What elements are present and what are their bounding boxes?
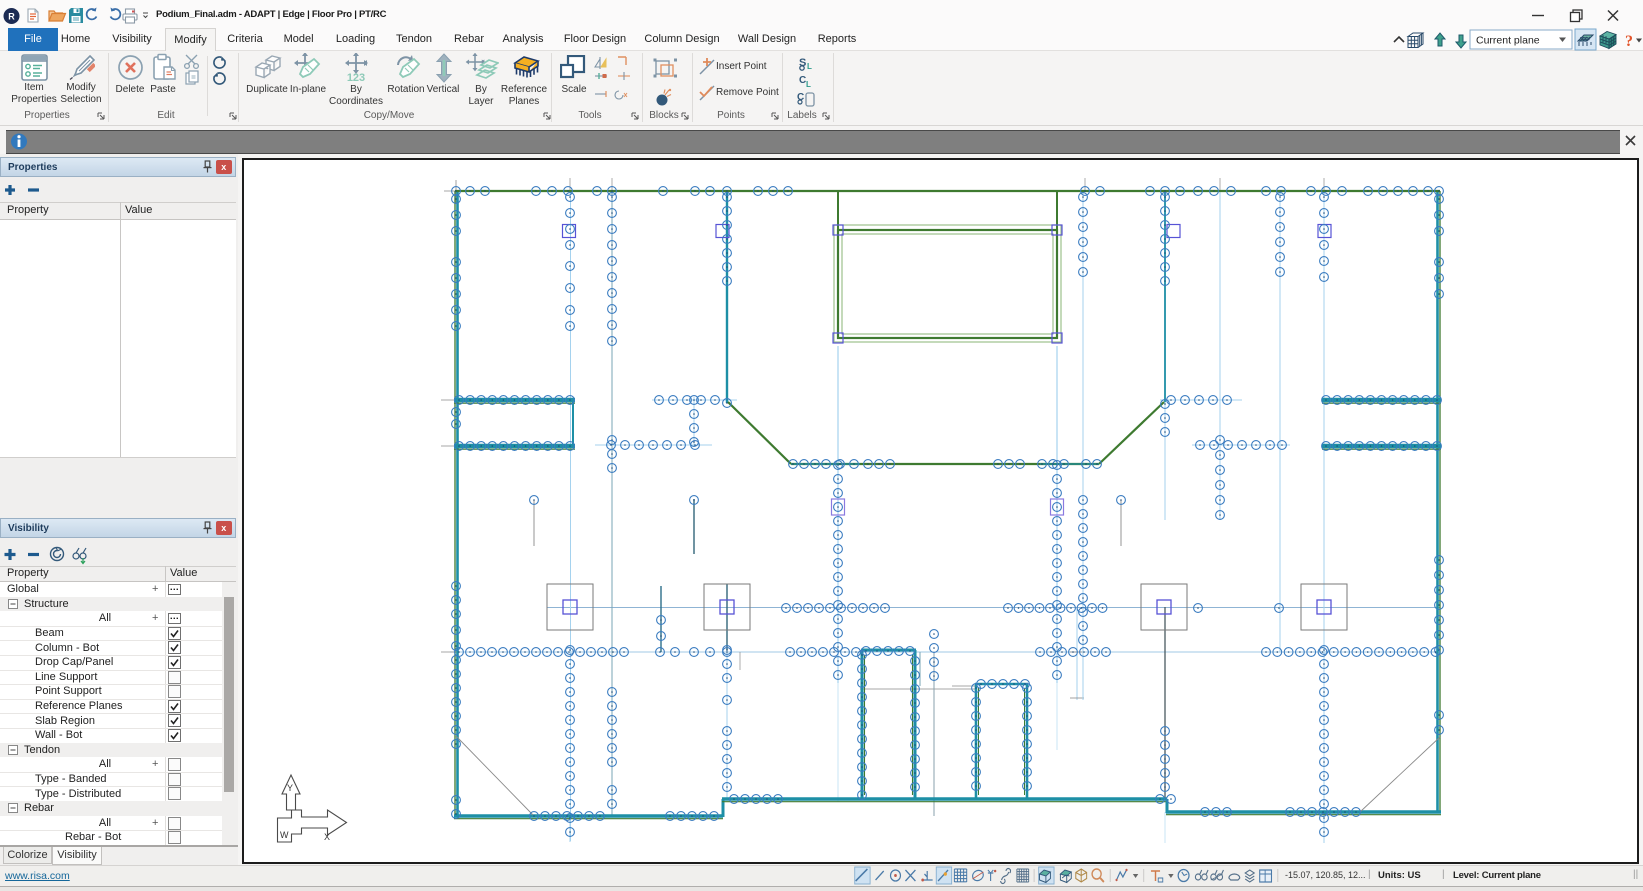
svg-text:123: 123 <box>347 72 365 83</box>
svg-text:W: W <box>280 830 289 840</box>
svg-text:Current plane: Current plane <box>1476 35 1540 47</box>
svg-text:L: L <box>806 80 811 89</box>
svg-text:L: L <box>807 62 812 71</box>
svg-text:R: R <box>8 11 15 21</box>
svg-text:Y: Y <box>287 783 293 793</box>
svg-text:?: ? <box>1625 33 1633 50</box>
svg-text:X: X <box>324 832 330 842</box>
